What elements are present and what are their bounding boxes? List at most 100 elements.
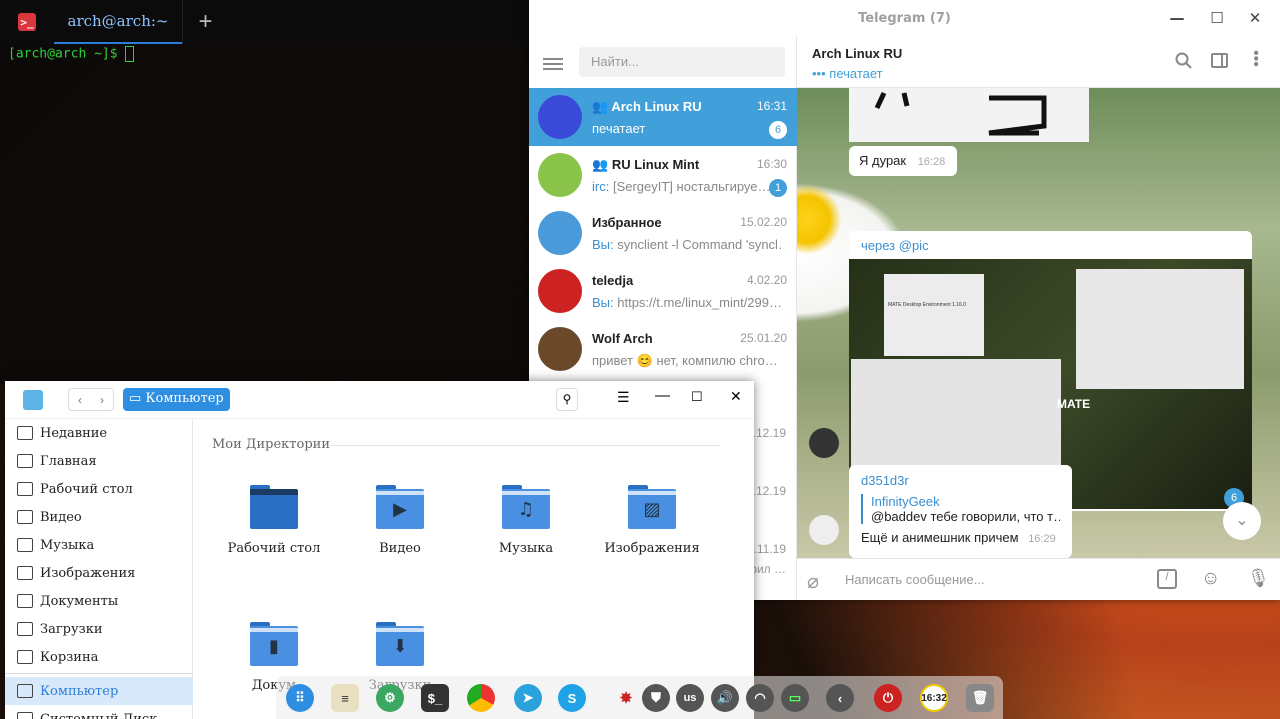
launcher-icon[interactable]: ⠿ [286, 684, 314, 712]
folder-item[interactable]: ♫ Музыка [466, 485, 586, 556]
sidebar-item-music[interactable]: Музыка [5, 531, 193, 559]
chat-time: .11.19 [753, 542, 786, 556]
documents-icon [17, 594, 33, 608]
close-button[interactable]: ✕ [730, 388, 742, 405]
chat-list-item[interactable]: 👥 Arch Linux RU 16:31 печатает 6 [529, 88, 797, 146]
section-title: Мои Директории [212, 437, 330, 452]
terminal-prompt: [arch@arch ~]$ [8, 46, 118, 62]
file-manager-toolbar: ‹ › ▭ Компьютер ⚲ ☰ — ☐ ✕ [5, 381, 754, 419]
search-input[interactable]: Найти... [579, 47, 785, 77]
music-icon [17, 538, 33, 552]
chat-preview-text: synclient -l Command 'syncl… [613, 237, 784, 252]
chat-preview-prefix: Вы: [592, 295, 614, 310]
message-author: через @pic [861, 238, 929, 253]
sidebar-item-documents[interactable]: Документы [5, 587, 193, 615]
music-folder-icon: ♫ [502, 485, 550, 529]
settings-gear-icon[interactable]: ⚙ [376, 684, 404, 712]
avatar[interactable] [809, 515, 839, 545]
message-input[interactable]: Написать сообщение... [845, 572, 1135, 587]
more-options-icon[interactable]: ••• [1247, 50, 1264, 67]
chat-name: 👥 RU Linux Mint [592, 157, 699, 173]
menu-icon[interactable]: ☰ [617, 389, 630, 406]
folder-item[interactable]: Рабочий стол [214, 485, 334, 556]
trash-icon[interactable]: 🗑 [966, 684, 994, 712]
chat-time: 15.02.20 [740, 215, 787, 229]
chat-preview-text: https://t.me/linux_mint/299… [613, 295, 782, 310]
sidebar-item-label: Загрузки [40, 621, 103, 637]
sidebar-divider [5, 673, 193, 674]
image-message[interactable] [849, 88, 1089, 142]
chat-list-item[interactable]: Избранное 15.02.20 Вы: synclient -l Comm… [529, 204, 797, 262]
terminal-window[interactable]: >_ arch@arch:~ + [arch@arch ~]$ [0, 0, 530, 385]
folder-label: Видео [379, 541, 421, 556]
telegram-icon[interactable]: ➤ [514, 684, 542, 712]
scroll-down-button[interactable]: ⌄ [1223, 502, 1261, 540]
sidebar-item-label: Рабочий стол [40, 481, 133, 497]
mate-logo-text: MATE [1057, 397, 1091, 411]
folder-item[interactable]: ▶ Видео [340, 485, 460, 556]
terminal-icon[interactable]: $_ [421, 684, 449, 712]
terminal-app-glyph: >_ [18, 13, 36, 31]
skype-icon[interactable]: S [558, 684, 586, 712]
message-bubble[interactable]: Я дурак 16:28 [849, 146, 957, 176]
terminal-output[interactable]: [arch@arch ~]$ [0, 44, 530, 64]
location-breadcrumb[interactable]: ▭ Компьютер [123, 388, 230, 411]
chat-title: Arch Linux RU [812, 46, 903, 61]
maximize-button[interactable]: ☐ [1207, 8, 1227, 28]
chrome-icon[interactable] [467, 684, 495, 712]
attach-icon[interactable]: ⌀ [807, 569, 819, 594]
message-time: 16:28 [917, 156, 946, 168]
typing-status: печатает [829, 66, 883, 81]
power-icon[interactable]: ⏻ [874, 684, 902, 712]
close-button[interactable]: ✕ [1245, 8, 1265, 28]
sidebar-item-trash[interactable]: Корзина [5, 643, 193, 671]
minimize-button[interactable]: — [1167, 8, 1187, 28]
sidebar-item-computer[interactable]: Компьютер [5, 677, 193, 705]
terminal-tab[interactable]: arch@arch:~ [54, 0, 182, 44]
shield-icon[interactable]: ⛊ [642, 684, 670, 712]
sidebar-item-recent[interactable]: Недавние [5, 419, 193, 447]
sidebar-item-label: Документы [40, 593, 119, 609]
wifi-icon[interactable]: ◠ [746, 684, 774, 712]
sidebar-item-disk[interactable]: Системный Диск [5, 705, 193, 719]
bug-report-icon[interactable]: ✸ [612, 684, 640, 712]
sidebar-item-home[interactable]: Главная [5, 447, 193, 475]
microphone-icon[interactable]: 🎙 [1247, 568, 1270, 589]
sidebar-toggle-icon[interactable] [1211, 53, 1228, 68]
emoji-icon[interactable]: ☺ [1201, 568, 1220, 590]
chat-preview-text: [SergeyIT] ностальгируе… [609, 179, 771, 194]
sidebar-item-label: Видео [40, 509, 82, 525]
chat-list-item[interactable]: 👥 RU Linux Mint 16:30 irc: [SergeyIT] но… [529, 146, 797, 204]
chat-name-text: Wolf Arch [592, 331, 653, 346]
clock-widget[interactable]: 16:32 [920, 684, 948, 712]
chat-list-item[interactable]: Wolf Arch 25.01.20 привет 😊 нет, компилю… [529, 320, 797, 378]
sidebar-item-desktop[interactable]: Рабочий стол [5, 475, 193, 503]
commands-icon[interactable]: / [1157, 569, 1177, 589]
back-button[interactable]: ‹ [78, 393, 82, 407]
notes-icon[interactable]: ≡ [331, 684, 359, 712]
hamburger-menu-icon[interactable] [543, 55, 563, 73]
images-folder-icon: ▨ [628, 485, 676, 529]
chat-list-item[interactable]: teledja 4.02.20 Вы: https://t.me/linux_m… [529, 262, 797, 320]
folder-item[interactable]: ▨ Изображения [592, 485, 712, 556]
new-tab-button[interactable]: + [182, 0, 228, 44]
reply-quote[interactable]: InfinityGeek @baddev тебе говорили, что … [861, 494, 1060, 524]
keyboard-layout-indicator[interactable]: us [676, 684, 704, 712]
chat-header[interactable]: Arch Linux RU ••• печатает ••• [797, 36, 1280, 88]
search-icon[interactable] [1175, 52, 1193, 70]
avatar[interactable] [809, 428, 839, 458]
sidebar-item-video[interactable]: Видео [5, 503, 193, 531]
collapse-tray-icon[interactable]: ‹ [826, 684, 854, 712]
sidebar-item-images[interactable]: Изображения [5, 559, 193, 587]
minimize-button[interactable]: — [655, 387, 670, 404]
home-icon [17, 454, 33, 468]
telegram-titlebar: Telegram (7) — ☐ ✕ [529, 0, 1280, 36]
message-text: Я дурак [859, 153, 907, 168]
battery-icon[interactable]: ▭ [781, 684, 809, 712]
maximize-button[interactable]: ☐ [691, 389, 703, 405]
message-bubble[interactable]: d351d3r InfinityGeek @baddev тебе говори… [849, 465, 1072, 558]
sidebar-item-downloads[interactable]: Загрузки [5, 615, 193, 643]
volume-icon[interactable]: 🔊 [711, 684, 739, 712]
forward-button[interactable]: › [100, 393, 104, 407]
search-button[interactable]: ⚲ [556, 388, 578, 411]
